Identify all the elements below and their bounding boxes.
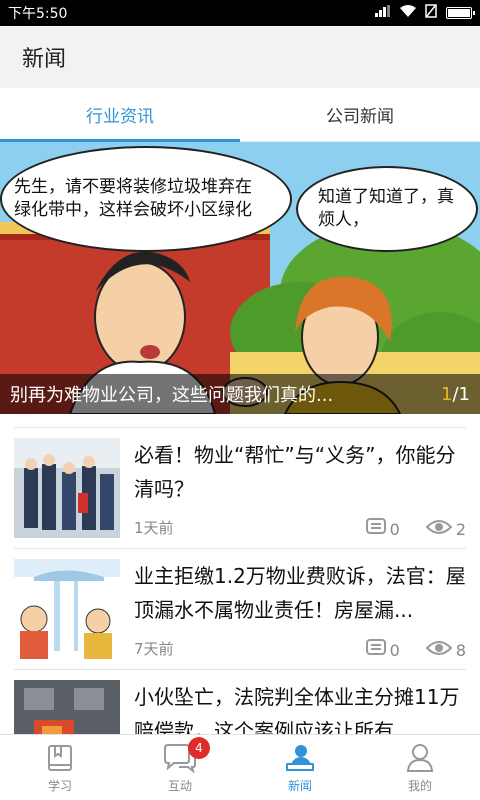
- pager-total: /1: [452, 383, 470, 405]
- news-thumbnail: [14, 438, 120, 538]
- news-title: 必看！物业“帮忙”与“义务”，你能分清吗？: [134, 443, 456, 501]
- eye-icon: [425, 640, 453, 660]
- app-bar: 新闻: [0, 26, 480, 88]
- tab-label: 公司新闻: [326, 107, 394, 127]
- news-title: 业主拒缴1.2万物业费败诉，法官：屋顶漏水不属物业责任！房屋漏...: [134, 564, 466, 622]
- nav-label: 我的: [407, 779, 432, 793]
- nav-item-news[interactable]: 新闻: [240, 735, 360, 800]
- news-stats: 0 2: [365, 518, 466, 540]
- nav-item-study[interactable]: 学习: [0, 735, 120, 800]
- eye-icon: [425, 519, 453, 539]
- news-time: 7天前: [134, 640, 174, 658]
- notification-badge: 4: [188, 737, 210, 759]
- news-time: 1天前: [134, 519, 174, 537]
- person-icon: [405, 739, 435, 777]
- news-item[interactable]: 业主拒缴1.2万物业费败诉，法官：屋顶漏水不属物业责任！房屋漏... 7天前 0…: [14, 548, 466, 669]
- tab-label: 行业资讯: [86, 107, 154, 127]
- news-item[interactable]: 小伙坠亡，法院判全体业主分摊11万赔偿款，这个案例应该让所有...: [14, 669, 466, 734]
- battery-icon: [446, 7, 475, 19]
- book-icon: [45, 739, 75, 777]
- banner-caption: 别再为难物业公司，这些问题我们真的...: [10, 385, 334, 406]
- view-count: 8: [455, 640, 466, 660]
- news-stats: 0 8: [365, 639, 466, 661]
- signal-icon: [375, 5, 391, 21]
- nav-label: 互动: [167, 779, 192, 793]
- status-icons: [375, 4, 475, 22]
- tab-bar: 行业资讯 公司新闻: [0, 88, 480, 142]
- view-count: 2: [455, 519, 466, 539]
- wifi-icon: [400, 5, 416, 21]
- news-thumbnail: [14, 559, 120, 659]
- pager-current: 1: [441, 383, 453, 405]
- news-list: 必看！物业“帮忙”与“义务”，你能分清吗？ 1天前 0 2 业主拒缴1.2万物业…: [0, 414, 480, 734]
- newsreader-icon: [283, 739, 317, 777]
- bottom-nav: 学习 4 互动 新闻 我的: [0, 734, 480, 800]
- news-title: 小伙坠亡，法院判全体业主分摊11万赔偿款，这个案例应该让所有...: [134, 685, 460, 734]
- tab-industry-news[interactable]: 行业资讯: [0, 88, 240, 142]
- nav-label: 新闻: [287, 779, 312, 793]
- banner-carousel[interactable]: 先生，请不要将装修垃圾堆弃在绿化带中，这样会破坏小区绿化 知道了知道了，真烦人，…: [0, 142, 480, 414]
- comment-count: 0: [389, 640, 400, 660]
- comment-count: 0: [389, 519, 400, 539]
- nav-item-interact[interactable]: 4 互动: [120, 735, 240, 800]
- comment-icon: [365, 518, 386, 540]
- speech-bubble-left: 先生，请不要将装修垃圾堆弃在绿化带中，这样会破坏小区绿化: [0, 146, 292, 252]
- page-title: 新闻: [22, 47, 67, 72]
- status-time: 下午5:50: [8, 6, 68, 22]
- news-item[interactable]: 必看！物业“帮忙”与“义务”，你能分清吗？ 1天前 0 2: [14, 427, 466, 548]
- speech-bubble-right: 知道了知道了，真烦人，: [296, 166, 478, 252]
- tab-company-news[interactable]: 公司新闻: [240, 88, 480, 141]
- status-bar: 下午5:50: [0, 0, 480, 26]
- nav-item-mine[interactable]: 我的: [360, 735, 480, 800]
- mute-icon: [425, 4, 437, 22]
- news-thumbnail: [14, 680, 120, 734]
- comment-icon: [365, 639, 386, 661]
- banner-pager: 1/1: [441, 384, 470, 405]
- banner-caption-bar: 别再为难物业公司，这些问题我们真的... 1/1: [0, 374, 480, 414]
- nav-label: 学习: [47, 779, 72, 793]
